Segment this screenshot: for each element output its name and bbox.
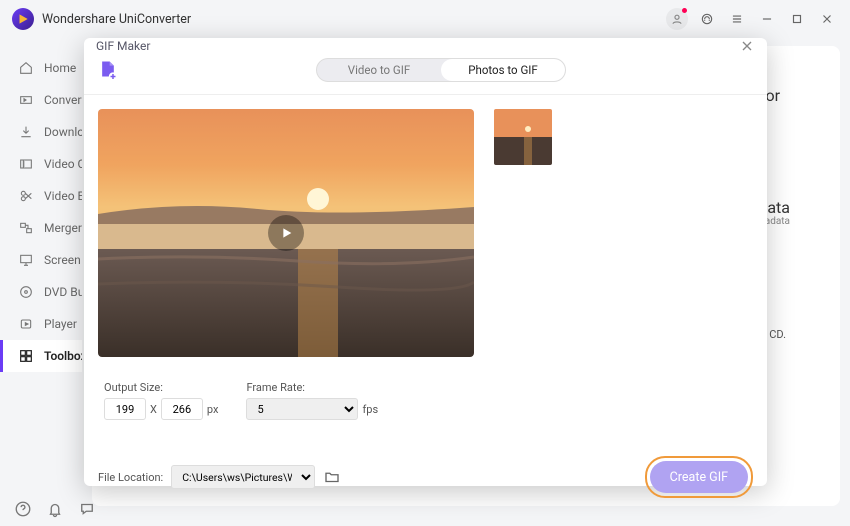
output-height-input[interactable] <box>161 398 203 420</box>
sidebar-item-label: Home <box>44 61 76 75</box>
close-icon[interactable] <box>816 8 838 30</box>
sidebar-item-home[interactable]: Home <box>0 52 82 84</box>
app-logo-wrap: Wondershare UniConverter <box>12 8 191 30</box>
fps-unit: fps <box>362 403 378 416</box>
add-file-icon[interactable] <box>98 59 118 81</box>
sidebar-item-label: DVD Burner <box>44 285 82 299</box>
file-location-select[interactable]: C:\Users\ws\Pictures\Wondershare <box>171 465 315 489</box>
sidebar-item-label: Video Editor <box>44 189 82 203</box>
px-unit: px <box>207 403 219 416</box>
create-gif-highlight: Create GIF <box>645 456 753 498</box>
notification-dot <box>682 8 687 13</box>
maximize-icon[interactable] <box>786 8 808 30</box>
create-gif-button[interactable]: Create GIF <box>650 461 748 493</box>
gif-maker-modal: GIF Maker Video to GIF Photos to GIF <box>84 38 767 486</box>
tab-photos-to-gif[interactable]: Photos to GIF <box>441 59 565 81</box>
tab-video-to-gif[interactable]: Video to GIF <box>317 59 441 81</box>
frame-rate-label: Frame Rate: <box>246 381 398 394</box>
sidebar-item-label: Merger <box>44 221 82 235</box>
sidebar-item-converter[interactable]: Converter <box>0 84 82 116</box>
file-location-label: File Location: <box>98 471 163 484</box>
sidebar-item-label: Player <box>44 317 77 331</box>
x-separator: X <box>150 403 157 416</box>
bell-icon[interactable] <box>46 500 64 518</box>
modal-close-icon[interactable] <box>739 38 755 54</box>
preview-area[interactable] <box>98 109 474 357</box>
mode-segment: Video to GIF Photos to GIF <box>316 58 566 82</box>
sidebar-item-label: Downloader <box>44 125 82 139</box>
play-icon[interactable] <box>268 215 304 251</box>
frame-rate-select[interactable]: 5 <box>246 398 358 420</box>
bg-text: CD. <box>769 328 786 341</box>
sidebar: Home Converter Downloader Video Compress… <box>0 38 82 526</box>
sidebar-item-label: Converter <box>44 93 82 107</box>
account-icon[interactable] <box>666 8 688 30</box>
sidebar-item-toolbox[interactable]: Toolbox <box>0 340 82 372</box>
sidebar-item-compressor[interactable]: Video Compressor <box>0 148 82 180</box>
sidebar-item-recorder[interactable]: Screen Recorder <box>0 244 82 276</box>
sidebar-item-dvd[interactable]: DVD Burner <box>0 276 82 308</box>
open-folder-icon[interactable] <box>323 468 341 486</box>
titlebar: Wondershare UniConverter <box>0 0 850 38</box>
sidebar-item-downloader[interactable]: Downloader <box>0 116 82 148</box>
minimize-icon[interactable] <box>756 8 778 30</box>
modal-title: GIF Maker <box>96 39 150 53</box>
app-logo-icon <box>12 8 34 30</box>
output-width-input[interactable] <box>104 398 146 420</box>
sidebar-item-label: Toolbox <box>44 349 82 363</box>
sidebar-item-label: Screen Recorder <box>44 253 82 267</box>
sidebar-item-label: Video Compressor <box>44 157 82 171</box>
thumbnail-item[interactable] <box>494 109 552 165</box>
output-size-label: Output Size: <box>104 381 238 394</box>
sidebar-item-merger[interactable]: Merger <box>0 212 82 244</box>
app-title: Wondershare UniConverter <box>42 12 191 27</box>
support-icon[interactable] <box>696 8 718 30</box>
sidebar-item-editor[interactable]: Video Editor <box>0 180 82 212</box>
help-icon[interactable] <box>14 500 32 518</box>
sidebar-item-player[interactable]: Player <box>0 308 82 340</box>
menu-icon[interactable] <box>726 8 748 30</box>
